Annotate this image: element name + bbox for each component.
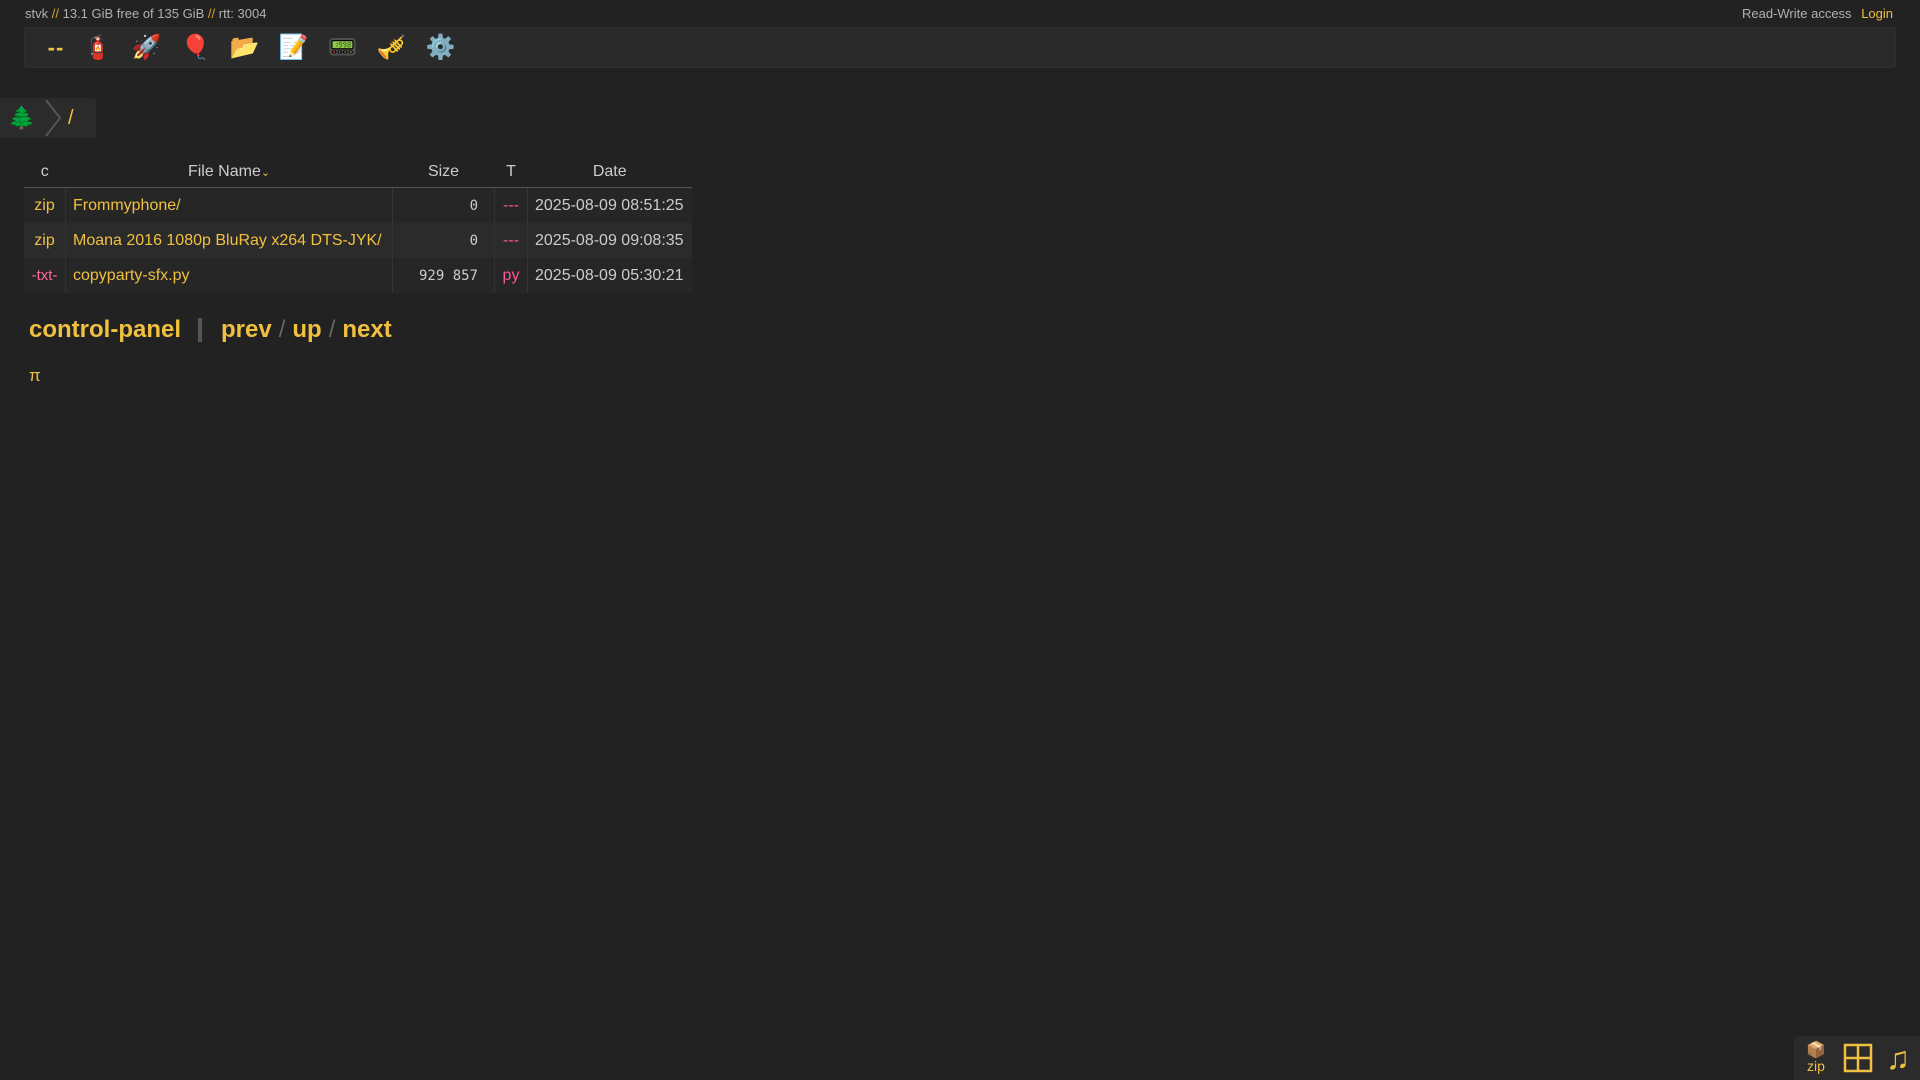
- file-size: 929 857: [392, 258, 495, 293]
- table-header-row: c File Name⌄ Size T Date: [24, 157, 692, 188]
- gear-icon[interactable]: ⚙️: [416, 30, 465, 66]
- column-header-date[interactable]: Date: [527, 157, 692, 188]
- file-table: c File Name⌄ Size T Date zip Frommyphone…: [24, 157, 692, 293]
- toolbar-dash-button[interactable]: --: [39, 30, 73, 66]
- tree-icon[interactable]: 🌲: [0, 98, 44, 138]
- folder-icon[interactable]: 📂: [220, 30, 269, 66]
- table-row: zip Frommyphone/ 0 --- 2025-08-09 08:51:…: [24, 187, 692, 223]
- sort-arrow-icon: ⌄: [260, 167, 271, 179]
- file-date: 2025-08-09 08:51:25: [527, 187, 692, 223]
- rtt-readout: rtt: 3004: [218, 6, 267, 21]
- pager-icon[interactable]: 📟: [318, 30, 367, 66]
- table-row: zip Moana 2016 1080p BluRay x264 DTS-JYK…: [24, 223, 692, 258]
- file-size: 0: [392, 187, 495, 223]
- file-type: ---: [494, 223, 528, 258]
- nav-separator: /: [278, 316, 286, 343]
- hostname: stvk: [25, 6, 49, 21]
- pi-link[interactable]: π: [29, 366, 41, 386]
- breadcrumb-root[interactable]: /: [68, 107, 74, 130]
- table-row: -txt- copyparty-sfx.py 929 857 py 2025-0…: [24, 258, 692, 293]
- file-link[interactable]: copyparty-sfx.py: [65, 258, 393, 293]
- package-icon: 📦: [1806, 1042, 1826, 1059]
- prev-link[interactable]: prev: [221, 316, 272, 344]
- column-header-c[interactable]: c: [24, 157, 66, 188]
- login-link[interactable]: Login: [1861, 6, 1893, 21]
- grid-view-icon[interactable]: [1838, 1043, 1878, 1073]
- auth-area: Read-Write access Login: [1660, 6, 1920, 21]
- up-link[interactable]: up: [292, 316, 321, 344]
- toolbar: -- 🧯 🚀 🎈 📂 📝 📟 🎺 ⚙️: [24, 27, 1896, 68]
- zip-download-button[interactable]: 📦 zip: [1794, 1042, 1838, 1074]
- extinguisher-icon[interactable]: 🧯: [73, 30, 122, 66]
- file-size: 0: [392, 223, 495, 258]
- file-type: ---: [494, 187, 528, 223]
- music-player-icon[interactable]: ♫: [1878, 1040, 1918, 1077]
- breadcrumb: 🌲 /: [0, 98, 96, 138]
- file-date: 2025-08-09 05:30:21: [527, 258, 692, 293]
- trumpet-icon[interactable]: 🎺: [367, 30, 416, 66]
- file-link[interactable]: Frommyphone/: [65, 187, 393, 223]
- bottom-widget: 📦 zip ♫: [1794, 1036, 1920, 1080]
- column-header-file-name[interactable]: File Name⌄: [65, 157, 393, 188]
- separator: //: [51, 6, 59, 21]
- memo-icon[interactable]: 📝: [269, 30, 318, 66]
- zip-label: zip: [1807, 1058, 1825, 1074]
- column-header-size[interactable]: Size: [392, 157, 495, 188]
- separator: //: [207, 6, 216, 21]
- rocket-icon[interactable]: 🚀: [122, 30, 171, 66]
- server-status: stvk // 13.1 GiB free of 135 GiB // rtt:…: [25, 6, 266, 21]
- file-date: 2025-08-09 09:08:35: [527, 223, 692, 258]
- column-header-type[interactable]: T: [494, 157, 528, 188]
- control-nav: control-panel prev / up / next: [29, 316, 392, 344]
- next-link[interactable]: next: [342, 316, 391, 344]
- file-link[interactable]: Moana 2016 1080p BluRay x264 DTS-JYK/: [65, 223, 393, 258]
- row-action-zip[interactable]: zip: [24, 223, 66, 258]
- access-level: Read-Write access: [1741, 6, 1852, 21]
- row-action-txt[interactable]: -txt-: [24, 258, 66, 293]
- file-name-header-label: File Name: [187, 163, 261, 180]
- balloon-icon[interactable]: 🎈: [171, 30, 220, 66]
- nav-separator: /: [328, 316, 336, 343]
- file-type: py: [494, 258, 528, 293]
- disk-free: 13.1 GiB free of 135 GiB: [62, 6, 205, 21]
- chevron-right-icon: [44, 98, 62, 138]
- divider: [198, 318, 203, 342]
- row-action-zip[interactable]: zip: [24, 187, 66, 223]
- control-panel-link[interactable]: control-panel: [29, 316, 181, 344]
